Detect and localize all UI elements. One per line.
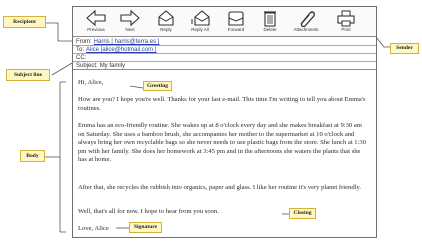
subject-line-callout: Subject line xyxy=(6,69,50,81)
callout-leader-lines xyxy=(44,22,394,233)
signature-callout: Signature xyxy=(129,222,162,233)
closing-callout: Closing xyxy=(289,208,316,219)
body-callout: Body xyxy=(20,150,45,162)
recipient-callout: Recipient xyxy=(3,16,46,28)
sender-callout: Sender xyxy=(390,43,419,54)
greeting-callout: Greeting xyxy=(143,81,172,91)
